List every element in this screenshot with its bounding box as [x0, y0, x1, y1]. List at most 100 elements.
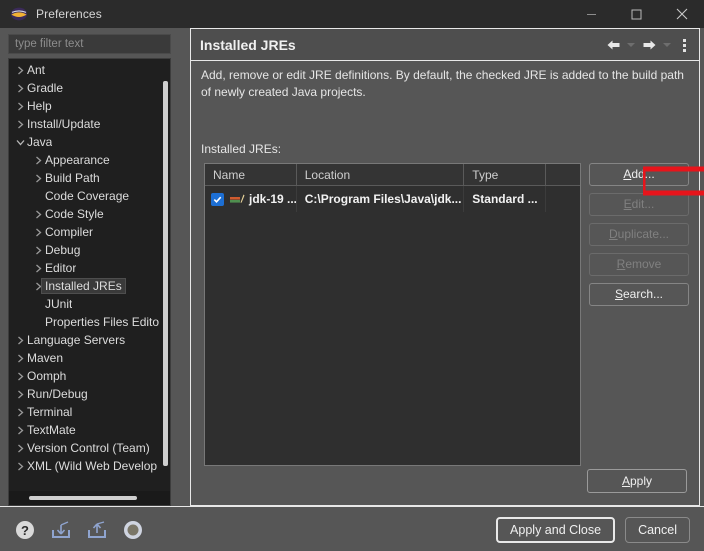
- sidebar-item-maven[interactable]: Maven: [9, 349, 159, 367]
- arrow-right-icon[interactable]: [639, 33, 659, 57]
- sidebar-item-compiler[interactable]: Compiler: [9, 223, 159, 241]
- sidebar-item-label: Code Coverage: [45, 189, 130, 203]
- column-header-empty[interactable]: [546, 164, 580, 186]
- sidebar-item-label: Editor: [45, 261, 77, 275]
- jre-library-icon: [229, 192, 245, 206]
- maximize-button[interactable]: [614, 0, 659, 28]
- sidebar-item-label: JUnit: [45, 297, 73, 311]
- sidebar-item-version-control-team[interactable]: Version Control (Team): [9, 439, 159, 457]
- sidebar-item-label: Appearance: [45, 153, 110, 167]
- dialog-main-buttons: Apply and Close Cancel: [496, 507, 690, 551]
- installed-jres-panel: Installed JREs Add, remove or edit JRE d…: [190, 28, 704, 506]
- cell-type: Standard ...: [464, 186, 547, 212]
- sidebar-item-label: Install/Update: [27, 117, 101, 131]
- chevron-right-icon[interactable]: [13, 102, 27, 111]
- sidebar-item-oomph[interactable]: Oomph: [9, 367, 159, 385]
- sidebar-item-code-style[interactable]: Code Style: [9, 205, 159, 223]
- import-icon[interactable]: [50, 519, 72, 541]
- sidebar-item-java[interactable]: Java: [9, 133, 159, 151]
- jre-checkbox[interactable]: [211, 192, 224, 206]
- add-button[interactable]: Add...: [589, 163, 689, 186]
- sidebar-item-help[interactable]: Help: [9, 97, 159, 115]
- apply-and-close-button[interactable]: Apply and Close: [496, 516, 616, 543]
- chevron-right-icon[interactable]: [13, 390, 27, 399]
- chevron-down-icon[interactable]: [13, 138, 27, 147]
- back-history-chevron-down-icon[interactable]: [625, 33, 637, 57]
- sidebar-item-build-path[interactable]: Build Path: [9, 169, 159, 187]
- chevron-right-icon[interactable]: [31, 264, 45, 273]
- sidebar-item-textmate[interactable]: TextMate: [9, 421, 159, 439]
- chevron-right-icon[interactable]: [31, 246, 45, 255]
- eclipse-icon: [10, 6, 28, 22]
- chevron-right-icon[interactable]: [13, 408, 27, 417]
- dialog-button-bar: ? Apply and Close Cancel: [0, 506, 704, 551]
- preferences-dot-icon[interactable]: [122, 519, 144, 541]
- kebab-menu-icon[interactable]: [675, 33, 693, 57]
- sidebar-item-editor[interactable]: Editor: [9, 259, 159, 277]
- chevron-right-icon[interactable]: [13, 462, 27, 471]
- installed-jres-table[interactable]: Name Location Type jdk-19 ... C:\Program …: [204, 163, 581, 466]
- filter-input[interactable]: type filter text: [8, 34, 171, 54]
- sidebar-item-installed-jres[interactable]: Installed JREs: [9, 277, 159, 295]
- cell-empty: [546, 186, 580, 212]
- chevron-right-icon[interactable]: [13, 426, 27, 435]
- table-row[interactable]: jdk-19 ... C:\Program Files\Java\jdk... St…: [205, 186, 580, 212]
- sidebar-item-junit[interactable]: JUnit: [9, 295, 159, 313]
- tree-horizontal-scrollbar-thumb[interactable]: [29, 496, 137, 500]
- sidebar-item-language-servers[interactable]: Language Servers: [9, 331, 159, 349]
- apply-button-label-rest: pply: [630, 474, 653, 488]
- edit-button: Edit...: [589, 193, 689, 216]
- chevron-right-icon[interactable]: [13, 66, 27, 75]
- chevron-right-icon[interactable]: [13, 354, 27, 363]
- column-header-location[interactable]: Location: [296, 164, 465, 186]
- cancel-button[interactable]: Cancel: [625, 516, 690, 543]
- tree-vertical-scrollbar[interactable]: [163, 81, 168, 466]
- chevron-right-icon[interactable]: [13, 84, 27, 93]
- sidebar-item-label: Version Control (Team): [27, 441, 150, 455]
- preferences-tree[interactable]: Ant Gradle Help Install/Update Java Appearanc…: [8, 58, 171, 506]
- sidebar-item-xml-wild-web-develop[interactable]: XML (Wild Web Develop: [9, 457, 159, 475]
- help-icon[interactable]: ?: [14, 519, 36, 541]
- jre-action-buttons: Add... Edit... Duplicate... Remove Search...: [589, 163, 689, 313]
- chevron-right-icon[interactable]: [31, 156, 45, 165]
- svg-text:?: ?: [21, 523, 29, 538]
- cell-name-text: jdk-19 ...: [249, 192, 297, 206]
- chevron-right-icon[interactable]: [13, 336, 27, 345]
- dialog-tool-icons: ?: [14, 507, 144, 551]
- sidebar-item-label: Installed JREs: [41, 278, 126, 294]
- apply-button-mnemonic: A: [621, 474, 630, 488]
- minimize-button[interactable]: [569, 0, 614, 28]
- chevron-right-icon[interactable]: [31, 210, 45, 219]
- chevron-right-icon[interactable]: [13, 372, 27, 381]
- search-button[interactable]: Search...: [589, 283, 689, 306]
- sidebar-item-ant[interactable]: Ant: [9, 61, 159, 79]
- tree-horizontal-scrollbar-track[interactable]: [9, 491, 170, 505]
- sidebar-item-install-update[interactable]: Install/Update: [9, 115, 159, 133]
- sidebar-item-label: Help: [27, 99, 52, 113]
- column-header-name[interactable]: Name: [205, 164, 297, 186]
- apply-button[interactable]: Apply: [587, 469, 687, 493]
- sidebar-item-appearance[interactable]: Appearance: [9, 151, 159, 169]
- chevron-right-icon[interactable]: [13, 120, 27, 129]
- sidebar-item-gradle[interactable]: Gradle: [9, 79, 159, 97]
- sidebar-item-label: Maven: [27, 351, 64, 365]
- column-header-type[interactable]: Type: [464, 164, 547, 186]
- sidebar-item-label: Ant: [27, 63, 46, 77]
- close-button[interactable]: [659, 0, 704, 28]
- sidebar-item-terminal[interactable]: Terminal: [9, 403, 159, 421]
- forward-history-chevron-down-icon[interactable]: [661, 33, 673, 57]
- sidebar-item-properties-files-editor[interactable]: Properties Files Editor: [9, 313, 159, 331]
- sidebar-item-label: Code Style: [45, 207, 104, 221]
- window-title: Preferences: [36, 7, 102, 21]
- sidebar-item-label: XML (Wild Web Develop: [27, 459, 158, 473]
- chevron-right-icon[interactable]: [31, 228, 45, 237]
- title-bar: Preferences: [0, 0, 704, 28]
- arrow-left-icon[interactable]: [603, 33, 623, 57]
- export-icon[interactable]: [86, 519, 108, 541]
- chevron-right-icon[interactable]: [31, 174, 45, 183]
- sidebar-item-code-coverage[interactable]: Code Coverage: [9, 187, 159, 205]
- chevron-right-icon[interactable]: [13, 444, 27, 453]
- sidebar-item-label: Gradle: [27, 81, 64, 95]
- sidebar-item-debug[interactable]: Debug: [9, 241, 159, 259]
- sidebar-item-run-debug[interactable]: Run/Debug: [9, 385, 159, 403]
